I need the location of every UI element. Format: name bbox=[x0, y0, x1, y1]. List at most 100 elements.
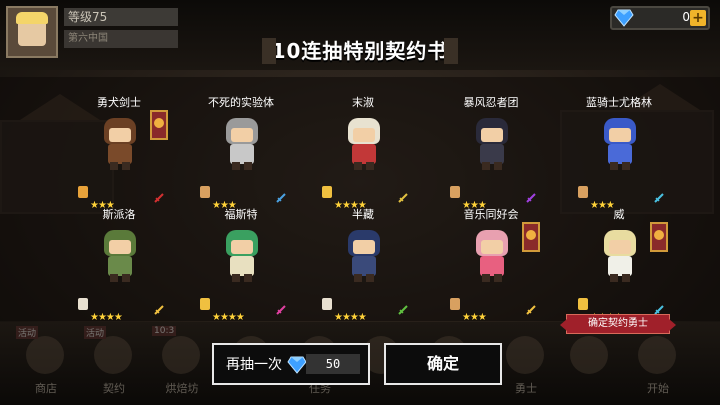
hero-card[interactable]: 末淑 ★★★★ bbox=[308, 94, 418, 212]
draw-again-label: 再抽一次 bbox=[226, 357, 282, 373]
title-bar: 10连抽特别契约书 bbox=[0, 28, 720, 74]
hero-leg bbox=[610, 274, 618, 282]
hero-face bbox=[481, 128, 503, 142]
nav-tag: 10:3 bbox=[152, 326, 177, 336]
hero-sprite bbox=[470, 116, 514, 172]
hero-card[interactable]: 半藏 ★★★★ bbox=[308, 206, 418, 324]
gem-count: 0 bbox=[682, 10, 690, 24]
nav-label: 勇士 bbox=[515, 382, 537, 395]
scroll-icon bbox=[578, 298, 588, 310]
hero-body bbox=[608, 144, 632, 164]
hero-leg bbox=[482, 162, 490, 170]
gem-counter: 0 + bbox=[610, 6, 710, 30]
hero-card[interactable]: 不死的实验体 ★★★ bbox=[186, 94, 296, 212]
game-screen: 等级75 第六中国 0 + 10连抽特别契约书 勇犬剑士 ★★★ 不死的实验体 ★★★… bbox=[0, 0, 720, 405]
nav-item[interactable]: 勇士 bbox=[496, 326, 556, 402]
hero-sprite bbox=[342, 116, 386, 172]
hero-body bbox=[608, 256, 632, 276]
hero-face bbox=[609, 128, 631, 142]
hero-leg bbox=[110, 274, 118, 282]
hero-name: 蓝骑士尤格林 bbox=[586, 96, 652, 109]
hero-card[interactable]: 斯派洛 ★★★★ bbox=[64, 206, 174, 324]
hero-card[interactable]: 音乐同好会 ★★★ bbox=[436, 206, 546, 324]
nav-label: 商店 bbox=[35, 382, 57, 395]
confirm-button[interactable]: 确定 bbox=[384, 343, 502, 385]
hero-card[interactable]: 福斯特 ★★★★ bbox=[186, 206, 296, 324]
hero-face bbox=[609, 240, 631, 254]
hero-leg bbox=[366, 162, 374, 170]
nav-item[interactable] bbox=[560, 326, 620, 402]
hero-card[interactable]: 勇犬剑士 ★★★ bbox=[64, 94, 174, 212]
hero-name: 福斯特 bbox=[224, 208, 258, 221]
hero-sprite bbox=[342, 228, 386, 284]
hero-face bbox=[231, 240, 253, 254]
draw-again-button[interactable]: 再抽一次 50 bbox=[212, 343, 370, 385]
hero-body bbox=[480, 256, 504, 276]
hero-leg bbox=[482, 274, 490, 282]
hero-body bbox=[352, 256, 376, 276]
page-title: 10连抽特别契约书 bbox=[271, 39, 449, 63]
nav-icon bbox=[506, 336, 544, 374]
player-level: 等级75 bbox=[64, 8, 178, 26]
hero-card[interactable]: 蓝骑士尤格林 ★★★ bbox=[564, 94, 674, 212]
hero-face bbox=[481, 240, 503, 254]
hero-leg bbox=[354, 274, 362, 282]
gem-icon bbox=[287, 356, 307, 374]
nav-label: 烘焙坊 bbox=[165, 382, 199, 395]
add-gems-button[interactable]: + bbox=[690, 10, 706, 26]
weapon-icon bbox=[276, 188, 286, 203]
guild-banner-icon bbox=[150, 110, 168, 140]
weapon-icon bbox=[526, 300, 536, 315]
scroll-icon bbox=[200, 186, 210, 198]
nav-icon bbox=[638, 336, 676, 374]
hero-leg bbox=[622, 162, 630, 170]
hero-face bbox=[109, 240, 131, 254]
scroll-icon bbox=[78, 298, 88, 310]
nav-item[interactable]: 开始 bbox=[628, 326, 688, 402]
weapon-icon bbox=[276, 300, 286, 315]
nav-item[interactable]: 烘焙坊 10:3 bbox=[152, 326, 212, 402]
weapon-icon bbox=[654, 300, 664, 315]
nav-label: 契约 bbox=[103, 382, 125, 395]
hero-name: 勇犬剑士 bbox=[97, 96, 141, 109]
hero-leg bbox=[232, 274, 240, 282]
hero-leg bbox=[110, 162, 118, 170]
nav-item[interactable]: 商店 活动 bbox=[16, 326, 76, 402]
draw-again-cost: 50 bbox=[306, 354, 360, 374]
hero-sprite bbox=[598, 116, 642, 172]
hero-name: 斯派洛 bbox=[102, 208, 136, 221]
weapon-icon bbox=[398, 188, 408, 203]
hero-body bbox=[108, 144, 132, 164]
hero-leg bbox=[366, 274, 374, 282]
hero-face bbox=[231, 128, 253, 142]
guild-banner-icon bbox=[522, 222, 540, 252]
avatar-hair bbox=[16, 12, 48, 24]
scroll-icon bbox=[450, 186, 460, 198]
hero-face bbox=[109, 128, 131, 142]
hero-name: 末淑 bbox=[352, 96, 374, 109]
scroll-icon bbox=[450, 298, 460, 310]
hero-sprite bbox=[220, 116, 264, 172]
hero-leg bbox=[122, 274, 130, 282]
nav-icon bbox=[570, 336, 608, 374]
hero-name: 威 bbox=[613, 208, 625, 221]
hero-card[interactable]: 威★★★★ bbox=[564, 206, 674, 324]
weapon-icon bbox=[154, 300, 164, 315]
hero-sprite bbox=[98, 228, 142, 284]
nav-item[interactable]: 契约 活动 bbox=[84, 326, 144, 402]
confirm-hero-ribbon[interactable]: 确定契约勇士 bbox=[560, 314, 676, 334]
scroll-icon bbox=[578, 186, 588, 198]
hero-sprite bbox=[98, 116, 142, 172]
gem-icon bbox=[614, 9, 634, 27]
hero-leg bbox=[494, 162, 502, 170]
scroll-icon bbox=[200, 298, 210, 310]
hero-name: 半藏 bbox=[352, 208, 374, 221]
hero-leg bbox=[622, 274, 630, 282]
hero-body bbox=[230, 144, 254, 164]
hero-name: 暴风忍者团 bbox=[463, 96, 519, 109]
hero-body bbox=[480, 144, 504, 164]
hero-face bbox=[353, 240, 375, 254]
hero-card[interactable]: 暴风忍者团 ★★★ bbox=[436, 94, 546, 212]
hero-body bbox=[108, 256, 132, 276]
scroll-icon bbox=[78, 186, 88, 198]
